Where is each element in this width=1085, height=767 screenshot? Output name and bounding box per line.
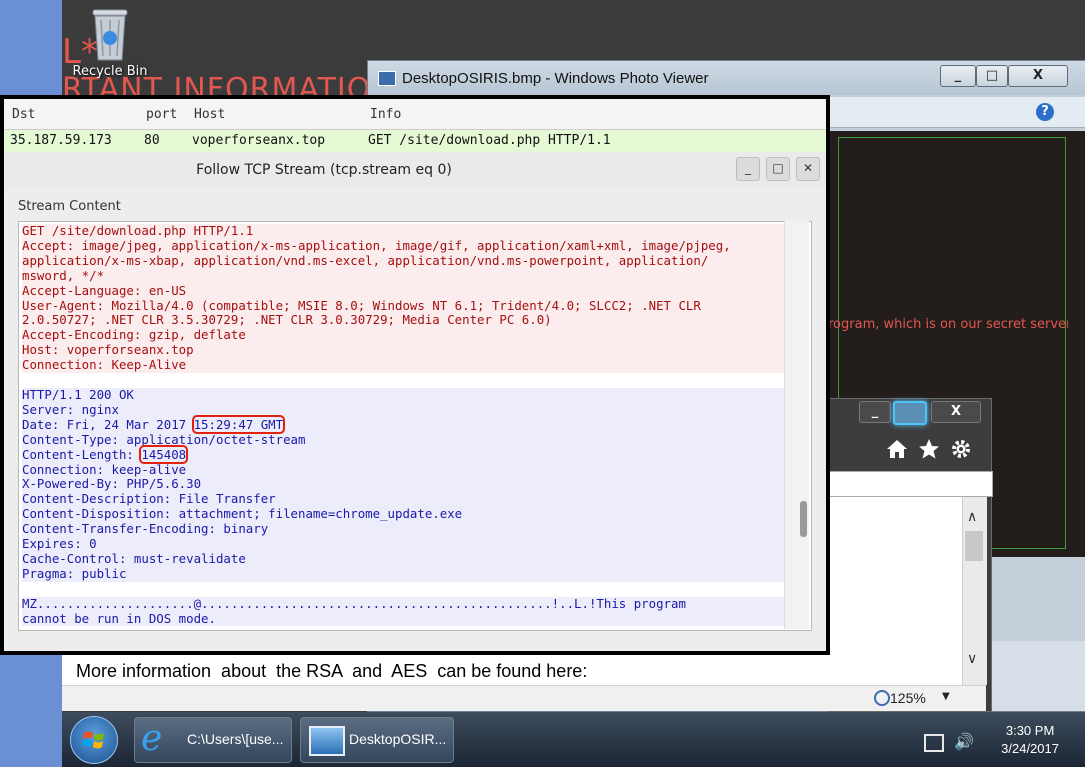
- response-line: Connection: keep-alive: [22, 462, 792, 478]
- response-line: Content-Transfer-Encoding: binary: [22, 521, 792, 538]
- note-text: More information about the RSA and AES c…: [76, 661, 588, 681]
- note-minimize-button[interactable]: _: [859, 401, 891, 423]
- note-close-button[interactable]: X: [931, 401, 981, 423]
- column-port[interactable]: port: [146, 107, 177, 122]
- request-line: Connection: Keep-Alive: [22, 357, 792, 374]
- stream-text: GET /site/download.php HTTP/1.1 Accept: …: [22, 223, 792, 627]
- photo-viewer-app-icon: [378, 71, 396, 86]
- request-line: application/x-ms-xbap, application/vnd.m…: [22, 253, 792, 269]
- photo-viewer-menubar: ?: [828, 97, 1085, 128]
- windows-logo-icon: [82, 731, 104, 749]
- taskbar-explorer-label: C:\Users\[use...: [187, 731, 284, 747]
- date-prefix: Date: Fri, 24 Mar 2017: [22, 416, 194, 432]
- tcp-maximize-button[interactable]: □: [766, 157, 790, 181]
- column-dst[interactable]: Dst: [12, 107, 35, 122]
- recycle-bin-icon: [88, 4, 132, 61]
- packet-row[interactable]: 35.187.59.173 80 voperforseanx.top GET /…: [4, 130, 826, 152]
- column-info[interactable]: Info: [370, 107, 401, 122]
- home-icon[interactable]: [885, 437, 909, 461]
- volume-icon[interactable]: 🔊: [954, 732, 974, 751]
- taskbar-explorer-button[interactable]: e C:\Users\[use...: [134, 717, 292, 763]
- stream-scrollbar[interactable]: [784, 221, 809, 629]
- column-host[interactable]: Host: [194, 107, 225, 122]
- request-line: Accept-Encoding: gzip, deflate: [22, 327, 792, 344]
- stream-content-box[interactable]: GET /site/download.php HTTP/1.1 Accept: …: [18, 221, 812, 631]
- zoom-level[interactable]: 125%: [890, 690, 926, 706]
- follow-tcp-title: Follow TCP Stream (tcp.stream eq 0): [196, 162, 452, 178]
- response-line: HTTP/1.1 200 OK: [22, 387, 792, 403]
- help-icon[interactable]: ?: [1036, 103, 1054, 121]
- request-line: User-Agent: Mozilla/4.0 (compatible; MSI…: [22, 298, 792, 314]
- note-address-bar[interactable]: [829, 471, 993, 497]
- response-line: Expires: 0: [22, 536, 792, 552]
- note-maximize-button[interactable]: [893, 401, 927, 425]
- request-line: 2.0.50727; .NET CLR 3.5.30729; .NET CLR …: [22, 313, 792, 329]
- request-line: Accept-Language: en-US: [22, 283, 792, 299]
- response-length-line: Content-Length: 145408: [22, 444, 792, 464]
- clock-date: 3/24/2017: [1001, 741, 1059, 756]
- row-host: voperforseanx.top: [192, 133, 326, 148]
- request-line: GET /site/download.php HTTP/1.1: [22, 223, 792, 239]
- stream-content-label: Stream Content: [18, 199, 121, 214]
- zoom-icon: [874, 690, 890, 706]
- response-line: Content-Type: application/octet-stream: [22, 432, 792, 448]
- ransom-text-line: rogram, which is on our secret server.: [828, 317, 1068, 332]
- note-statusbar: 125% ▼: [62, 685, 986, 711]
- taskbar-photo-viewer-button[interactable]: DesktopOSIR...: [300, 717, 454, 763]
- response-line: Content-Disposition: attachment; filenam…: [22, 506, 792, 523]
- request-line: Host: voperforseanx.top: [22, 342, 792, 359]
- recycle-bin-label: Recycle Bin: [72, 64, 148, 79]
- gear-icon[interactable]: [949, 437, 973, 461]
- stream-scroll-thumb[interactable]: [800, 501, 807, 537]
- content-length-prefix: Content-Length:: [22, 446, 142, 462]
- scroll-down-icon[interactable]: ∨: [967, 651, 977, 667]
- network-icon[interactable]: [924, 734, 944, 752]
- maximize-button[interactable]: □: [976, 65, 1008, 87]
- packet-list-header: Dst port Host Info: [4, 99, 826, 130]
- row-port: 80: [144, 133, 160, 148]
- wireshark-panel: Dst port Host Info 35.187.59.173 80 vope…: [4, 99, 826, 651]
- row-dst: 35.187.59.173: [10, 133, 112, 148]
- response-line: Cache-Control: must-revalidate: [22, 551, 792, 567]
- start-button[interactable]: [70, 716, 118, 764]
- response-line: Content-Description: File Transfer: [22, 491, 792, 508]
- scroll-up-icon[interactable]: ∧: [967, 509, 977, 525]
- payload-line: cannot be run in DOS mode.: [22, 611, 792, 627]
- response-line: Server: nginx: [22, 402, 792, 418]
- scroll-thumb[interactable]: [965, 531, 983, 561]
- request-line: msword, */*: [22, 268, 792, 284]
- response-date-line: Date: Fri, 24 Mar 2017 15:29:47 GMT: [22, 414, 792, 434]
- ie-icon: e: [141, 718, 163, 759]
- tcp-close-button[interactable]: ✕: [796, 157, 820, 181]
- photo-viewer-title: DesktopOSIRIS.bmp - Windows Photo Viewer: [402, 70, 709, 87]
- follow-tcp-titlebar[interactable]: Follow TCP Stream (tcp.stream eq 0): [4, 152, 826, 188]
- request-line: Accept: image/jpeg, application/x-ms-app…: [22, 238, 792, 254]
- taskbar-photo-viewer-label: DesktopOSIR...: [349, 731, 447, 747]
- response-line: X-Powered-By: PHP/5.6.30: [22, 477, 792, 493]
- tcp-minimize-button[interactable]: _: [736, 157, 760, 181]
- close-button[interactable]: X: [1008, 65, 1068, 87]
- taskbar: e C:\Users\[use... DesktopOSIR... 🔊 3:30…: [62, 712, 1085, 767]
- photo-viewer-titlebar[interactable]: DesktopOSIRIS.bmp - Windows Photo Viewer…: [368, 61, 1085, 95]
- minimize-button[interactable]: _: [940, 65, 976, 87]
- date-time-highlight: 15:29:47 GMT: [191, 414, 286, 434]
- row-info: GET /site/download.php HTTP/1.1: [368, 133, 611, 148]
- recycle-bin[interactable]: Recycle Bin: [70, 4, 150, 79]
- photo-viewer-icon: [309, 726, 345, 756]
- zoom-dropdown-icon[interactable]: ▼: [942, 691, 950, 702]
- star-icon[interactable]: [917, 437, 941, 461]
- content-length-highlight: 145408: [139, 444, 189, 464]
- response-line: Pragma: public: [22, 566, 792, 582]
- note-scrollbar[interactable]: ∧ ∨: [962, 497, 987, 685]
- clock[interactable]: 3:30 PM 3/24/2017: [1001, 722, 1059, 758]
- payload-line: MZ.....................@................…: [22, 596, 792, 612]
- wireshark-window: Dst port Host Info 35.187.59.173 80 vope…: [0, 95, 830, 655]
- clock-time: 3:30 PM: [1005, 723, 1055, 738]
